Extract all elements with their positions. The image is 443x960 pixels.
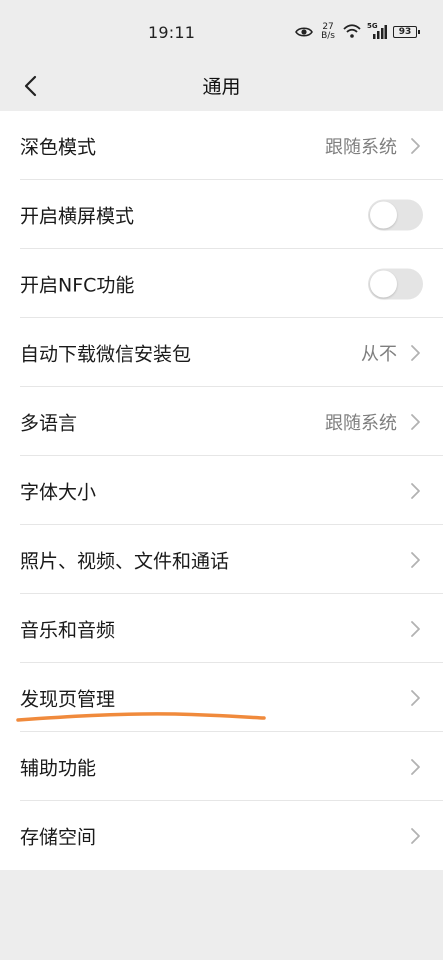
setting-dark-mode[interactable]: 深色模式 跟随系统	[0, 111, 443, 180]
setting-accessibility[interactable]: 辅助功能	[0, 732, 443, 801]
setting-label: 照片、视频、文件和通话	[20, 550, 230, 572]
setting-label: 开启横屏模式	[20, 205, 135, 227]
setting-label: 音乐和音频	[20, 619, 116, 641]
setting-storage[interactable]: 存储空间	[0, 801, 443, 870]
setting-label: 开启NFC功能	[20, 274, 135, 296]
setting-label: 深色模式	[20, 136, 97, 158]
setting-label: 多语言	[20, 412, 78, 434]
chevron-right-icon	[411, 413, 420, 430]
battery-icon: 93	[393, 26, 420, 38]
status-time: 19:11	[148, 23, 196, 42]
setting-value: 跟随系统	[325, 412, 397, 434]
chevron-right-icon	[411, 344, 420, 361]
status-icons: 27 B/s 5G 93	[295, 20, 420, 44]
battery-level: 93	[398, 27, 412, 37]
chevron-right-icon	[411, 137, 420, 154]
page-title: 通用	[202, 76, 241, 98]
setting-value: 跟随系统	[325, 136, 397, 158]
eye-icon	[295, 23, 314, 42]
landscape-mode-toggle[interactable]	[368, 199, 423, 230]
chevron-right-icon	[411, 620, 420, 637]
setting-nfc: 开启NFC功能	[0, 249, 443, 318]
setting-value: 从不	[361, 343, 397, 365]
chevron-right-icon	[411, 758, 420, 775]
network-speed-unit: B/s	[321, 31, 335, 41]
setting-auto-download[interactable]: 自动下载微信安装包 从不	[0, 318, 443, 387]
wifi-icon	[343, 23, 361, 42]
settings-list: 深色模式 跟随系统 开启横屏模式 开启NFC功能 自动下载微信安装包 从不 多语…	[0, 111, 443, 870]
nav-bar: 通用	[0, 62, 443, 110]
network-speed: 27 B/s	[321, 23, 335, 41]
signal-icon: 5G	[367, 22, 387, 39]
setting-media-files[interactable]: 照片、视频、文件和通话	[0, 525, 443, 594]
toggle-knob	[370, 201, 397, 228]
setting-discover-management[interactable]: 发现页管理	[0, 663, 443, 732]
setting-label: 发现页管理	[20, 688, 116, 710]
setting-language[interactable]: 多语言 跟随系统	[0, 387, 443, 456]
chevron-right-icon	[411, 551, 420, 568]
status-bar: 19:11 27 B/s 5G 93	[0, 0, 443, 62]
nfc-toggle[interactable]	[368, 268, 423, 299]
toggle-knob	[370, 270, 397, 297]
setting-label: 自动下载微信安装包	[20, 343, 192, 365]
setting-label: 存储空间	[20, 826, 97, 848]
setting-landscape-mode: 开启横屏模式	[0, 180, 443, 249]
chevron-right-icon	[411, 827, 420, 844]
setting-font-size[interactable]: 字体大小	[0, 456, 443, 525]
setting-label: 字体大小	[20, 481, 97, 503]
chevron-right-icon	[411, 689, 420, 706]
setting-label: 辅助功能	[20, 757, 97, 779]
setting-music-audio[interactable]: 音乐和音频	[0, 594, 443, 663]
chevron-right-icon	[411, 482, 420, 499]
